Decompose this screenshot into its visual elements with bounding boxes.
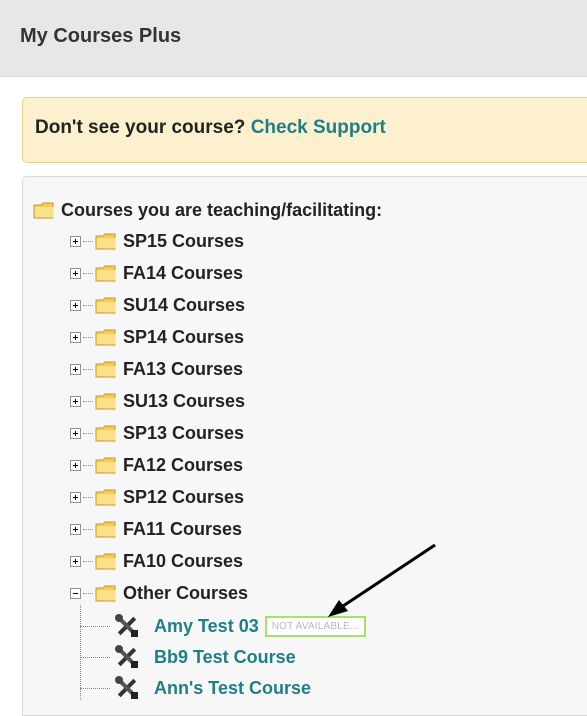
folder-label[interactable]: FA10 Courses — [123, 551, 243, 572]
notice-prefix: Don't see your course? — [35, 117, 246, 138]
folder-label[interactable]: SU14 Courses — [123, 295, 245, 316]
tree-connector — [83, 304, 93, 306]
expand-icon[interactable] — [70, 395, 81, 407]
tree-folder-row[interactable]: FA10 Courses — [70, 548, 243, 574]
folder-icon — [95, 265, 117, 282]
tree-connector — [83, 432, 93, 434]
expand-icon[interactable] — [70, 427, 81, 439]
tree-connector — [80, 625, 110, 627]
folder-label[interactable]: FA13 Courses — [123, 359, 243, 380]
tree-folder-row[interactable]: FA14 Courses — [70, 260, 243, 286]
folder-label[interactable]: FA11 Courses — [123, 519, 242, 540]
tree-root-label: Courses you are teaching/facilitating: — [61, 199, 383, 220]
tree-connector — [83, 240, 93, 242]
folder-label[interactable]: SP15 Courses — [123, 231, 244, 252]
tree-folder-row[interactable]: SU13 Courses — [70, 388, 245, 414]
folder-icon — [95, 233, 117, 250]
tree-connector — [83, 400, 93, 402]
folder-icon — [95, 521, 117, 538]
expand-icon[interactable] — [70, 299, 81, 311]
expand-icon[interactable] — [70, 459, 81, 471]
notice-text: Don't see your course? Check Support — [35, 117, 386, 139]
tree-connector — [83, 592, 93, 594]
annotation-arrow — [328, 543, 436, 617]
folder-icon — [95, 425, 117, 442]
expand-icon[interactable] — [70, 363, 81, 375]
tree-connector — [83, 464, 93, 466]
course-link[interactable]: Bb9 Test Course — [154, 647, 296, 668]
folder-icon — [95, 585, 117, 602]
tools-icon — [114, 613, 140, 639]
tree-folder-row[interactable]: SP12 Courses — [70, 484, 244, 510]
course-link[interactable]: Ann's Test Course — [154, 678, 311, 699]
support-notice: Don't see your course? Check Support — [22, 97, 587, 163]
expand-icon[interactable] — [70, 235, 81, 247]
expand-icon[interactable] — [70, 523, 81, 535]
check-support-link[interactable]: Check Support — [251, 117, 386, 138]
tree-connector — [83, 560, 93, 562]
folder-label[interactable]: SP12 Courses — [123, 487, 244, 508]
tree-folder-row[interactable]: SP14 Courses — [70, 324, 244, 350]
tree-connector — [83, 272, 93, 274]
folder-label[interactable]: SP14 Courses — [123, 327, 244, 348]
tree-folder-row[interactable]: Other Courses — [70, 580, 248, 606]
folder-icon — [95, 329, 117, 346]
folder-label[interactable]: SP13 Courses — [123, 423, 244, 444]
tree-folder-row[interactable]: SU14 Courses — [70, 292, 245, 318]
tree-folder-row[interactable]: FA12 Courses — [70, 452, 243, 478]
folder-icon — [95, 489, 117, 506]
folder-icon — [33, 202, 55, 219]
collapse-icon[interactable] — [70, 587, 81, 599]
tree-connector — [83, 528, 93, 530]
course-link[interactable]: Amy Test 03 — [154, 616, 259, 637]
expand-icon[interactable] — [70, 331, 81, 343]
tree-connector — [83, 496, 93, 498]
tree-connector — [83, 336, 93, 338]
folder-label[interactable]: SU13 Courses — [123, 391, 245, 412]
module-title: My Courses Plus — [20, 25, 182, 47]
folder-label[interactable]: FA12 Courses — [123, 455, 243, 476]
tree-folder-row[interactable]: FA13 Courses — [70, 356, 243, 382]
folder-label[interactable]: Other Courses — [123, 583, 248, 604]
course-item[interactable]: Bb9 Test Course — [80, 643, 296, 671]
tree-root: Courses you are teaching/facilitating: — [33, 198, 382, 222]
folder-icon — [95, 457, 117, 474]
expand-icon[interactable] — [70, 491, 81, 503]
tree-folder-row[interactable]: SP13 Courses — [70, 420, 244, 446]
folder-icon — [95, 553, 117, 570]
tools-icon — [114, 644, 140, 670]
folder-icon — [95, 393, 117, 410]
expand-icon[interactable] — [70, 555, 81, 567]
expand-icon[interactable] — [70, 267, 81, 279]
course-item[interactable]: Ann's Test Course — [80, 674, 311, 702]
tree-folder-row[interactable]: FA11 Courses — [70, 516, 242, 542]
folder-icon — [95, 361, 117, 378]
tree-folder-row[interactable]: SP15 Courses — [70, 228, 244, 254]
module-header: My Courses Plus — [0, 0, 587, 77]
folder-icon — [95, 297, 117, 314]
tree-connector — [80, 687, 110, 689]
tree-connector — [80, 656, 110, 658]
tree-connector — [83, 368, 93, 370]
folder-label[interactable]: FA14 Courses — [123, 263, 243, 284]
tools-icon — [114, 675, 140, 701]
